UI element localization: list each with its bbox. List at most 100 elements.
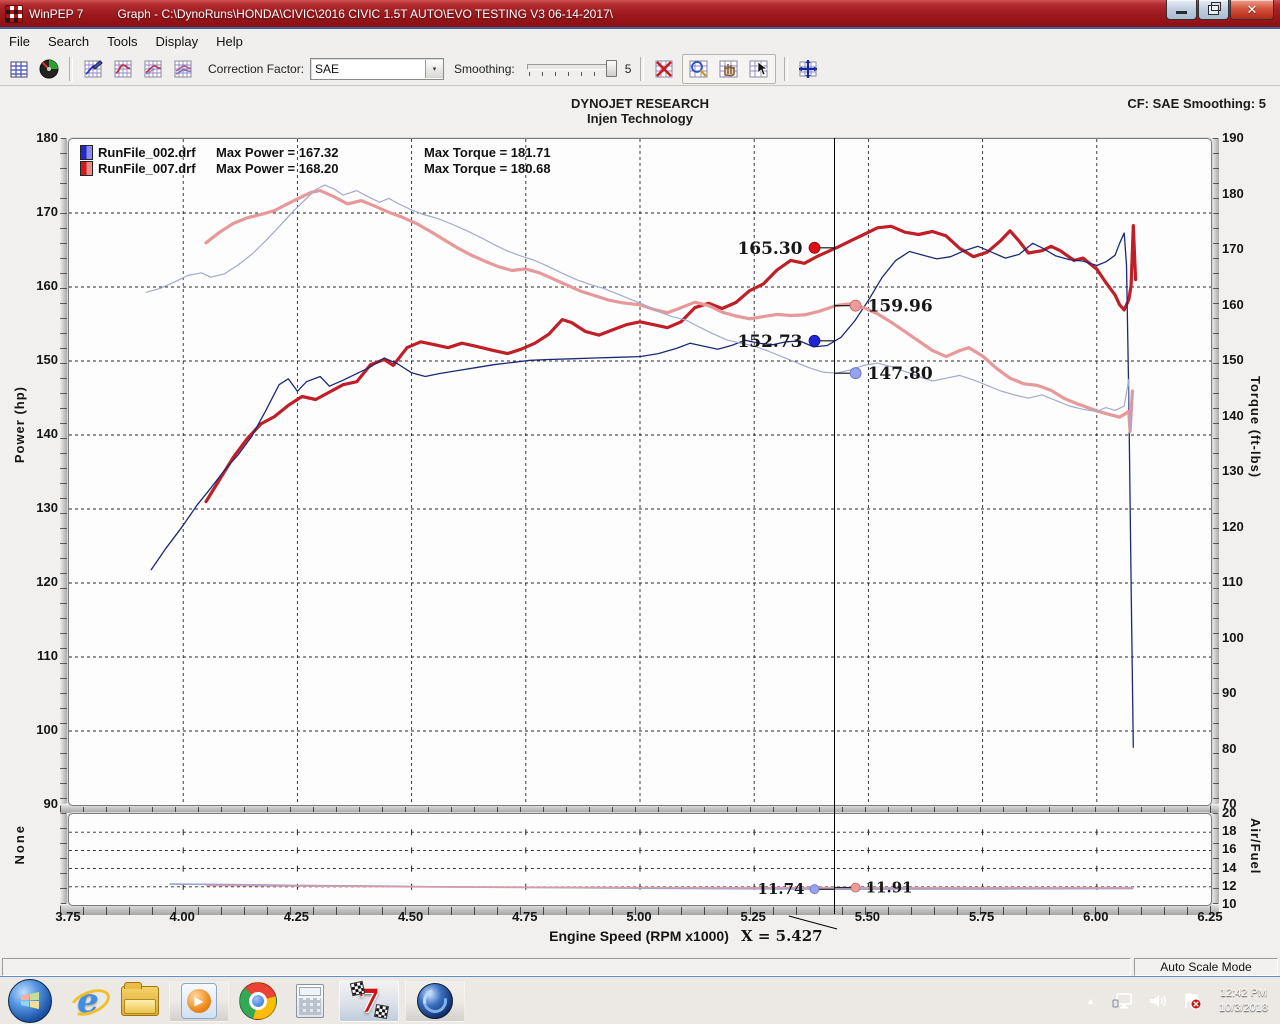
calculator-icon — [296, 984, 324, 1018]
rpm-tick-label: 4.25 — [273, 909, 319, 924]
graph-tools-group — [682, 54, 776, 84]
menu-display[interactable]: Display — [147, 31, 208, 52]
folder-icon — [121, 986, 159, 1016]
graph-multi-icon[interactable] — [169, 55, 197, 83]
table-view-icon[interactable] — [5, 55, 33, 83]
power-tick-label: 140 — [26, 426, 58, 441]
torque-tick-label: 160 — [1222, 297, 1244, 312]
title-bar: WinPEP 7 Graph - C:\DynoRuns\HONDA\CIVIC… — [0, 0, 1280, 29]
dynojet-app-icon — [417, 983, 453, 1019]
main-plot-svg: 165.30159.96152.73147.80 — [69, 139, 1211, 805]
scale-axes-icon[interactable] — [794, 55, 822, 83]
af-plot-svg: 11.7411.91 — [69, 814, 1211, 905]
taskbar-clock[interactable]: 12:42 PM 10/3/2018 — [1219, 986, 1268, 1016]
svg-text:147.80: 147.80 — [868, 364, 933, 384]
legend-swatch — [80, 161, 93, 176]
rpm-tick-label: 3.75 — [45, 909, 91, 924]
slider-thumb[interactable] — [606, 60, 617, 77]
winpep-window: WinPEP 7 Graph - C:\DynoRuns\HONDA\CIVIC… — [0, 0, 1280, 1024]
minimize-button[interactable] — [1166, 0, 1197, 20]
taskbar-item-calculator[interactable] — [287, 981, 333, 1021]
document-title: Graph - C:\DynoRuns\HONDA\CIVIC\2016 CIV… — [117, 7, 613, 21]
torque-tick-label: 180 — [1222, 186, 1244, 201]
graph-single-icon[interactable] — [109, 55, 137, 83]
torque-tick-label: 190 — [1222, 130, 1244, 145]
graph-pen-icon[interactable] — [79, 55, 107, 83]
smoothing-slider[interactable] — [525, 58, 617, 80]
tray-time: 12:42 PM — [1219, 986, 1268, 1001]
volume-icon[interactable] — [1148, 992, 1168, 1010]
taskbar-item-winpep[interactable]: 7 — [339, 980, 399, 1022]
af-tick-label: 20 — [1222, 805, 1236, 820]
close-button[interactable]: ✕ — [1230, 0, 1274, 20]
power-tick-label: 150 — [26, 352, 58, 367]
menu-search[interactable]: Search — [39, 31, 98, 52]
legend-file: RunFile_007.drf — [98, 161, 216, 176]
correction-factor-value: SAE — [311, 62, 425, 76]
tray-date: 10/3/2018 — [1219, 1001, 1268, 1016]
taskbar-item-chrome[interactable] — [235, 981, 281, 1021]
close-icon: ✕ — [1247, 2, 1258, 18]
menu-tools[interactable]: Tools — [98, 31, 146, 52]
air-fuel-plot[interactable]: 11.7411.91 — [68, 813, 1212, 906]
action-center-icon[interactable] — [1182, 992, 1202, 1010]
legend-row: RunFile_007.drfMax Power = 168.20Max Tor… — [80, 160, 551, 176]
taskbar-item-dynojet-app[interactable] — [405, 980, 465, 1022]
zoom-graph-icon[interactable] — [685, 55, 713, 83]
chart-settings-readout: CF: SAE Smoothing: 5 — [1127, 96, 1266, 111]
gauge-view-icon[interactable] — [35, 55, 63, 83]
menu-help[interactable]: Help — [207, 31, 252, 52]
chart-area: DYNOJET RESEARCH Injen Technology CF: SA… — [0, 86, 1280, 957]
power-tick-label: 100 — [26, 722, 58, 737]
legend-file: RunFile_002.drf — [98, 145, 216, 160]
slider-track — [527, 64, 615, 70]
graph-overlay-icon[interactable] — [139, 55, 167, 83]
taskbar-item-media-player[interactable]: ▶ — [169, 980, 229, 1022]
rpm-tick-label: 5.25 — [730, 909, 776, 924]
legend-power: Max Power = 168.20 — [216, 161, 424, 176]
minimize-icon — [1176, 11, 1187, 14]
chart-title: DYNOJET RESEARCH — [0, 96, 1280, 111]
select-graph-icon[interactable] — [745, 55, 773, 83]
chart-header: DYNOJET RESEARCH Injen Technology — [0, 96, 1280, 126]
power-tick-label: 130 — [26, 500, 58, 515]
torque-tick-label: 90 — [1222, 685, 1236, 700]
smoothing-label: Smoothing: — [454, 62, 515, 76]
slider-ticks — [529, 72, 611, 76]
menu-file[interactable]: File — [0, 31, 39, 52]
network-icon[interactable] — [1112, 992, 1134, 1010]
scale-mode-indicator: Auto Scale Mode — [1134, 958, 1278, 976]
app-title: WinPEP 7 — [29, 7, 83, 21]
svg-text:159.96: 159.96 — [868, 297, 933, 317]
restore-button[interactable] — [1198, 0, 1229, 20]
start-button[interactable] — [8, 979, 52, 1023]
torque-tick-label: 110 — [1222, 574, 1243, 589]
restore-icon — [1208, 5, 1219, 15]
af-right-ticks-strip — [1212, 813, 1219, 904]
legend-power: Max Power = 167.32 — [216, 145, 424, 160]
rpm-tick-label: 5.50 — [844, 909, 890, 924]
torque-tick-label: 130 — [1222, 463, 1244, 478]
clear-graph-icon[interactable] — [650, 55, 678, 83]
chevron-down-icon[interactable]: ▾ — [425, 60, 443, 78]
windows-flag-icon — [18, 989, 42, 1013]
winpep-7-icon: 7 — [358, 985, 380, 1017]
show-hidden-icons-button[interactable]: ▲ — [1086, 996, 1095, 1006]
chart-subtitle: Injen Technology — [0, 111, 1280, 126]
status-bar: Auto Scale Mode — [0, 957, 1280, 977]
cursor-line[interactable] — [834, 138, 835, 914]
pan-graph-icon[interactable] — [715, 55, 743, 83]
main-plot[interactable]: 165.30159.96152.73147.80 — [68, 138, 1212, 806]
taskbar-item-file-explorer[interactable] — [117, 981, 163, 1021]
correction-factor-select[interactable]: SAE ▾ — [310, 58, 444, 80]
svg-text:11.91: 11.91 — [866, 879, 913, 897]
af-tick-label: 16 — [1222, 841, 1236, 856]
correction-factor-label: Correction Factor: — [208, 62, 304, 76]
svg-text:152.73: 152.73 — [737, 332, 802, 352]
torque-tick-label: 80 — [1222, 741, 1236, 756]
power-axis-title: Power (hp) — [12, 386, 27, 463]
power-tick-label: 180 — [26, 130, 58, 145]
taskbar-item-internet-explorer[interactable]: e — [65, 981, 111, 1021]
chrome-icon — [239, 982, 277, 1020]
af-left-ticks-strip — [60, 813, 67, 904]
